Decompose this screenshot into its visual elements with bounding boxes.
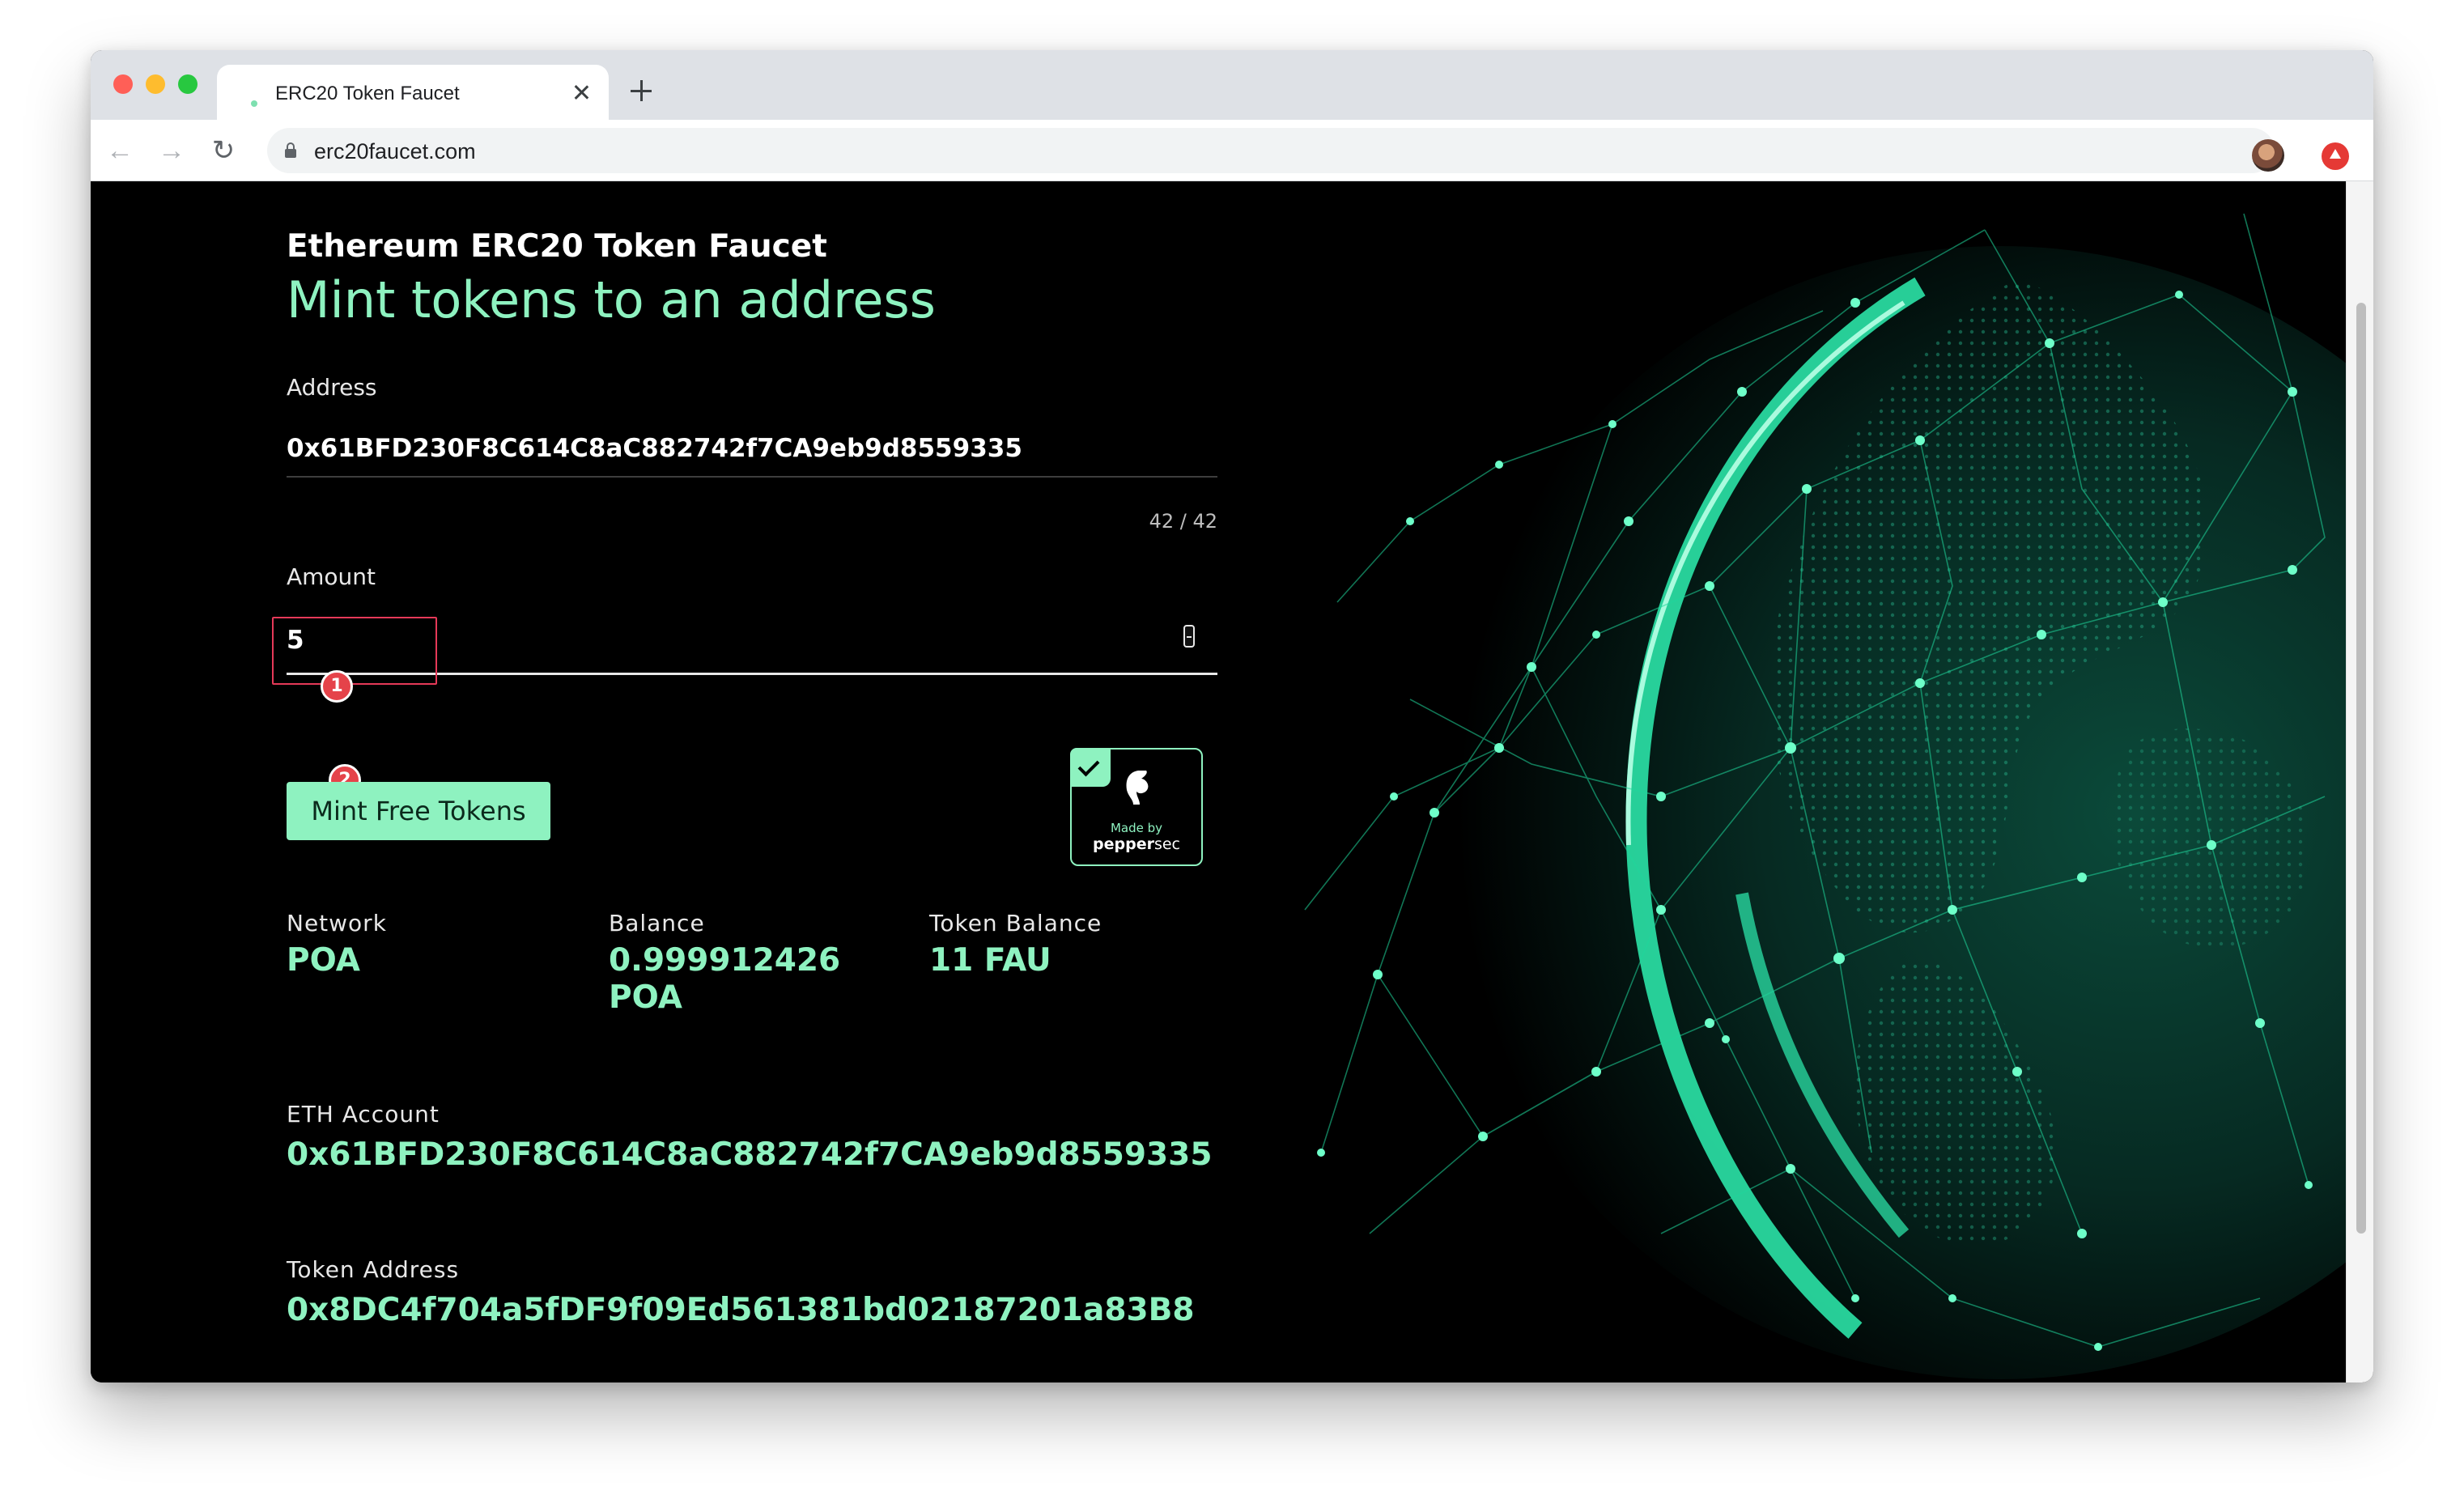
network-label: Network xyxy=(287,910,387,937)
browser-toolbar: ← → ↻ erc20faucet.com ★ xyxy=(91,120,2373,181)
scrollbar-thumb[interactable] xyxy=(2356,303,2366,1234)
amount-label: Amount xyxy=(287,563,376,590)
token-address-value: 0x8DC4f704a5fDF9f09Ed561381bd02187201a83… xyxy=(287,1292,1195,1328)
profile-avatar[interactable] xyxy=(2252,139,2284,172)
address-label: Address xyxy=(287,374,377,401)
token-address-label: Token Address xyxy=(287,1256,460,1283)
amount-highlight-box xyxy=(272,617,437,685)
address-input[interactable] xyxy=(287,421,1217,478)
address-char-counter: 42 / 42 xyxy=(1149,510,1217,533)
tab-title: ERC20 Token Faucet xyxy=(275,83,460,104)
eth-account-label: ETH Account xyxy=(287,1101,440,1128)
made-by-peppersec-badge[interactable]: Made by peppersec xyxy=(1070,748,1203,866)
faucet-form: Ethereum ERC20 Token Faucet Mint tokens … xyxy=(91,181,1305,1382)
token-balance-label: Token Balance xyxy=(929,910,1102,937)
mint-free-tokens-button[interactable]: Mint Free Tokens xyxy=(287,782,550,840)
page-scrollbar[interactable] xyxy=(2346,181,2373,1382)
globe-network-illustration xyxy=(1304,213,2346,1379)
reload-icon[interactable]: ↻ xyxy=(207,134,240,167)
favicon-icon xyxy=(251,100,257,107)
back-arrow-icon[interactable]: ← xyxy=(104,134,136,167)
browser-tab[interactable]: ERC20 Token Faucet xyxy=(217,65,609,120)
balance-value: 0.999912426 POA xyxy=(609,942,841,1016)
app-title: Ethereum ERC20 Token Faucet xyxy=(287,228,827,265)
forward-arrow-icon[interactable]: → xyxy=(155,134,188,167)
badge-brand-text: peppersec xyxy=(1093,835,1180,853)
number-spinner-icon[interactable] xyxy=(1183,625,1195,648)
checkmark-icon xyxy=(1070,748,1111,787)
browser-window: ERC20 Token Faucet ← → ↻ erc20faucet.com… xyxy=(91,50,2373,1382)
network-value: POA xyxy=(287,942,360,979)
close-tab-icon[interactable] xyxy=(570,81,593,104)
page-headline: Mint tokens to an address xyxy=(287,270,936,329)
tab-strip: ERC20 Token Faucet xyxy=(91,50,2373,120)
eth-account-value: 0x61BFD230F8C614C8aC882742f7CA9eb9d85593… xyxy=(287,1136,1213,1173)
url-text[interactable]: erc20faucet.com xyxy=(314,139,476,164)
address-bar[interactable]: erc20faucet.com ★ xyxy=(267,128,2275,173)
balance-label: Balance xyxy=(609,910,705,937)
maximize-window-icon[interactable] xyxy=(178,74,198,94)
token-balance-value: 11 FAU xyxy=(929,942,1051,979)
minimize-window-icon[interactable] xyxy=(146,74,165,94)
annotation-marker-1: 1 xyxy=(321,670,353,703)
extension-icon[interactable] xyxy=(2322,142,2349,170)
page-viewport: Ethereum ERC20 Token Faucet Mint tokens … xyxy=(91,181,2346,1382)
new-tab-icon[interactable] xyxy=(628,78,654,104)
spartan-helmet-icon xyxy=(1126,771,1149,805)
close-window-icon[interactable] xyxy=(113,74,133,94)
badge-made-by-text: Made by xyxy=(1110,821,1163,835)
lock-icon[interactable] xyxy=(285,142,296,159)
